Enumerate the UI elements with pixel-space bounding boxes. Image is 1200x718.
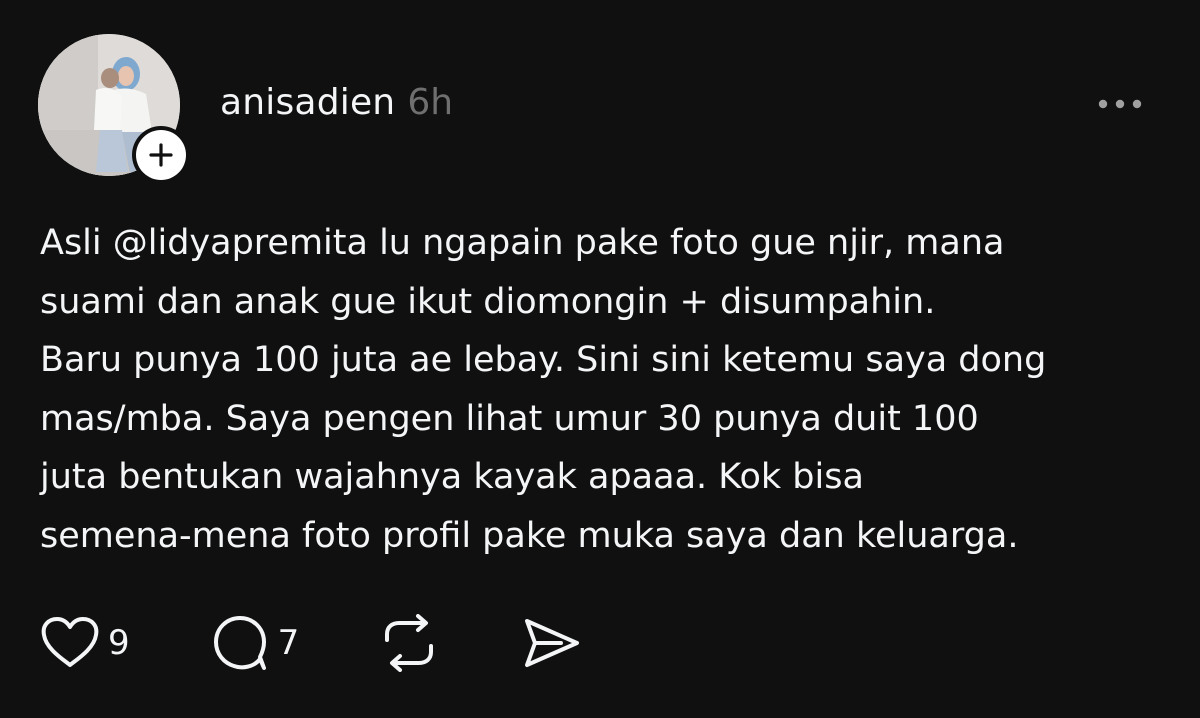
post-text-line: Asli @lidyapremita lu ngapain pake foto … [40,223,1005,263]
heart-icon [41,617,99,667]
post-timestamp[interactable]: 6h [407,82,453,123]
share-button[interactable] [521,615,581,671]
send-icon [525,619,580,667]
ellipsis-icon [1098,99,1142,109]
username[interactable]: anisadien [220,82,395,123]
plus-icon [149,143,173,167]
like-count: 9 [108,623,130,663]
post-actions: 9 7 [40,610,581,676]
post-text-line: suami dan anak gue ikut diomongin + disu… [40,281,936,322]
comment-icon [213,616,266,670]
post-text-line: semena-mena foto profil pake muka saya d… [40,515,1019,556]
reply-count: 7 [277,623,300,663]
like-button[interactable]: 9 [40,615,130,671]
follow-button[interactable] [132,126,190,184]
repost-button[interactable] [379,614,439,672]
author-avatar-container[interactable] [38,34,190,184]
post-text: Asli @lidyapremita lu ngapain pake foto … [40,214,1160,565]
thread-post: anisadien 6h Asli @lidyapremita lu ngapa… [0,0,1200,718]
repost-icon [385,614,434,672]
post-text-line: Baru punya 100 juta ae lebay. Sini sini … [40,340,1047,380]
post-header: anisadien 6h [220,82,453,130]
post-text-line: juta bentukan wajahnya kayak apaaa. Kok … [40,457,864,497]
follow-badge[interactable] [136,130,186,180]
reply-button[interactable]: 7 [210,613,300,673]
post-text-line: mas/mba. Saya pengen lihat umur 30 punya… [40,398,979,439]
more-options-button[interactable] [1092,84,1148,124]
